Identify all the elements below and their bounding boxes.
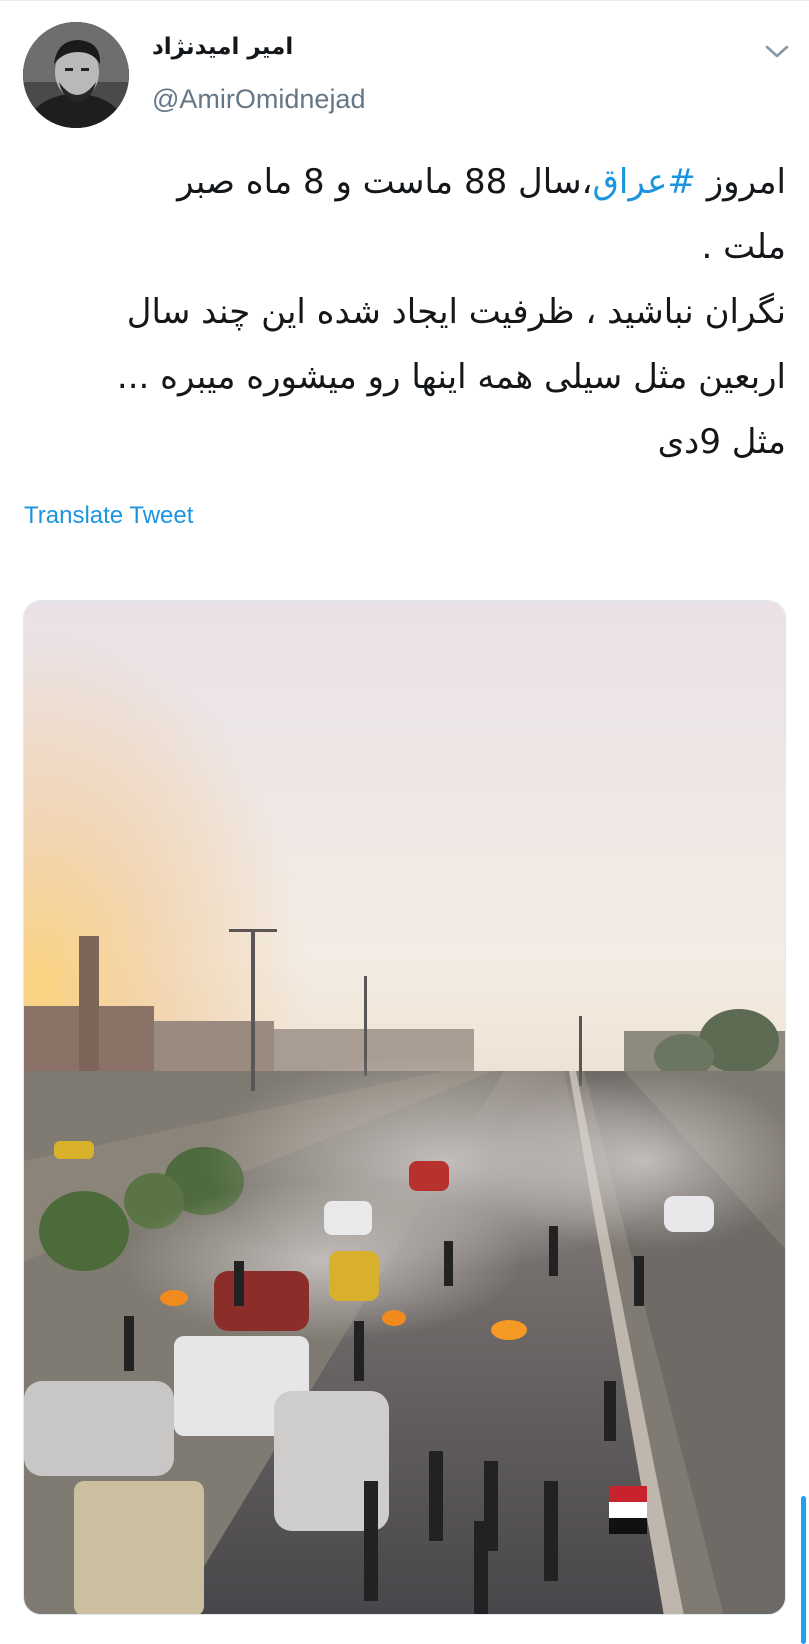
- tweet-line-1-prefix: امروز: [695, 162, 786, 202]
- tweet-card: امیر امیدنژاد @AmirOmidnejad امروز #عراق…: [0, 0, 809, 1644]
- tweet-line-4: اربعین مثل سیلی همه اینها رو میشوره میبر…: [116, 357, 786, 397]
- hashtag-link[interactable]: #عراق: [593, 162, 696, 202]
- chevron-down-icon[interactable]: [762, 40, 792, 64]
- tweet-line-1: امروز #عراق،سال 88 ماست و 8 ماه صبر: [24, 150, 786, 215]
- tweet-text: امروز #عراق،سال 88 ماست و 8 ماه صبر ملت …: [24, 150, 786, 475]
- tweet-line-3: نگران نباشید ، ظرفیت ایجاد شده این چند س…: [126, 292, 786, 332]
- scrollbar[interactable]: [801, 1496, 806, 1644]
- tweet-line-5: مثل 9دی: [657, 422, 786, 462]
- tweet-line-1-suffix: ،سال 88 ماست و 8 ماه صبر: [177, 162, 593, 202]
- tweet-line-2: ملت .: [701, 227, 786, 267]
- translate-tweet-link[interactable]: Translate Tweet: [24, 502, 193, 530]
- avatar[interactable]: [23, 22, 129, 128]
- user-handle[interactable]: @AmirOmidnejad: [152, 84, 365, 115]
- tweet-photo[interactable]: [23, 600, 786, 1615]
- divider: [0, 0, 809, 1]
- display-name[interactable]: امیر امیدنژاد: [152, 34, 293, 68]
